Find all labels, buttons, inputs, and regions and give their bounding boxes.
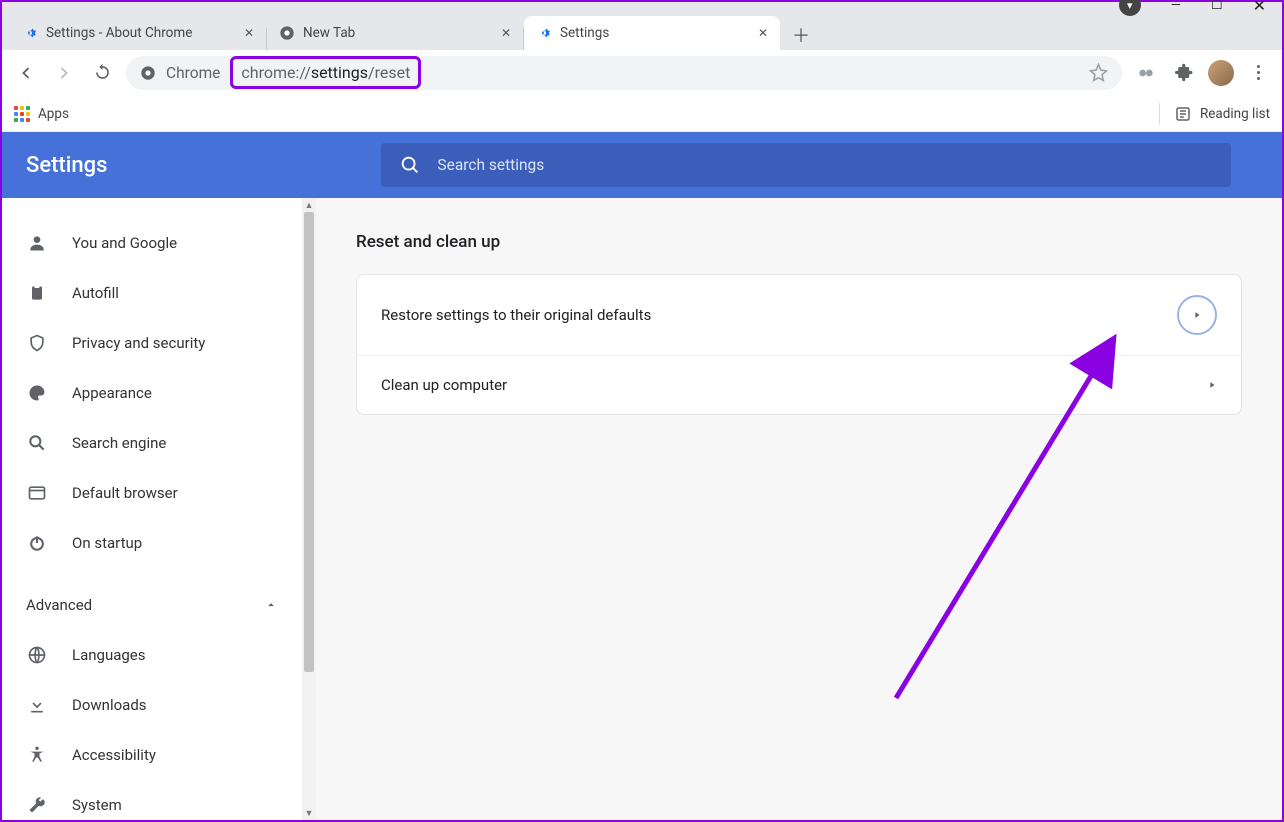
reading-list-label: Reading list [1200, 106, 1270, 122]
sidebar-item-on-startup[interactable]: On startup [2, 518, 302, 568]
scroll-thumb[interactable] [304, 212, 314, 672]
chevron-right-icon [1192, 310, 1202, 320]
new-tab-button[interactable]: ＋ [786, 20, 816, 50]
sidebar-item-label: Appearance [72, 384, 152, 402]
search-icon [26, 432, 48, 454]
settings-page: Reset and clean up Restore settings to t… [316, 198, 1282, 820]
globe-icon [26, 644, 48, 666]
wrench-icon [26, 794, 48, 816]
download-icon [26, 694, 48, 716]
settings-title: Settings [26, 153, 107, 178]
sidebar-item-languages[interactable]: Languages [2, 630, 302, 680]
row-clean-up-computer[interactable]: Clean up computer [357, 355, 1241, 414]
link-icon[interactable] [1132, 59, 1160, 87]
minimize-button[interactable]: — [1171, 0, 1181, 13]
sidebar-scrollbar[interactable]: ▲ ▼ [302, 198, 316, 820]
settings-app: Settings You and Google Autofill Privacy… [2, 132, 1282, 820]
sidebar-item-accessibility[interactable]: Accessibility [2, 730, 302, 780]
sidebar-item-appearance[interactable]: Appearance [2, 368, 302, 418]
chrome-icon [279, 25, 295, 41]
omnibox-scheme-label: Chrome [166, 64, 220, 82]
advanced-label: Advanced [26, 596, 92, 614]
sidebar-item-label: On startup [72, 534, 142, 552]
sidebar-item-label: Languages [72, 646, 146, 664]
row-label: Clean up computer [381, 376, 507, 394]
sidebar-item-privacy[interactable]: Privacy and security [2, 318, 302, 368]
window-controls: ▾ — ☐ ✕ [1119, 0, 1280, 16]
sidebar-item-label: System [72, 796, 122, 814]
omnibox[interactable]: Chrome chrome://settings/reset [126, 56, 1122, 90]
apps-icon [14, 106, 30, 122]
sidebar-item-label: Autofill [72, 284, 119, 302]
sidebar-item-default-browser[interactable]: Default browser [2, 468, 302, 518]
gear-icon [536, 25, 552, 41]
site-info-icon[interactable] [140, 65, 156, 81]
reading-list-icon [1174, 105, 1192, 123]
bookmark-bar: Apps Reading list [2, 96, 1282, 132]
close-icon[interactable]: ✕ [501, 26, 511, 40]
row-label: Restore settings to their original defau… [381, 306, 651, 324]
settings-search[interactable] [381, 143, 1231, 187]
browser-icon [26, 482, 48, 504]
page-heading: Reset and clean up [356, 232, 1242, 252]
clipboard-icon [26, 282, 48, 304]
sidebar-item-autofill[interactable]: Autofill [2, 268, 302, 318]
sidebar-item-search-engine[interactable]: Search engine [2, 418, 302, 468]
power-icon [26, 532, 48, 554]
settings-header: Settings [2, 132, 1282, 198]
settings-search-input[interactable] [437, 156, 1213, 174]
close-window-button[interactable]: ✕ [1253, 0, 1266, 15]
shield-icon [26, 332, 48, 354]
forward-button[interactable] [50, 59, 78, 87]
apps-label: Apps [38, 106, 69, 122]
reset-card: Restore settings to their original defau… [356, 274, 1242, 415]
extensions-icon[interactable] [1170, 59, 1198, 87]
sidebar-item-label: You and Google [72, 234, 177, 252]
tab-title: Settings - About Chrome [46, 25, 236, 41]
sidebar-item-label: Default browser [72, 484, 178, 502]
sidebar-item-label: Downloads [72, 696, 147, 714]
settings-sidebar: You and Google Autofill Privacy and secu… [2, 198, 302, 820]
reading-list-button[interactable]: Reading list [1174, 105, 1270, 123]
sidebar-item-downloads[interactable]: Downloads [2, 680, 302, 730]
maximize-button[interactable]: ☐ [1211, 0, 1223, 13]
sidebar-item-system[interactable]: System [2, 780, 302, 820]
person-icon [26, 232, 48, 254]
close-icon[interactable]: ✕ [244, 26, 254, 40]
apps-shortcut[interactable]: Apps [14, 106, 69, 122]
close-icon[interactable]: ✕ [758, 26, 768, 40]
chevron-right-icon [1207, 380, 1217, 390]
accessibility-icon [26, 744, 48, 766]
sidebar-advanced-toggle[interactable]: Advanced [2, 580, 302, 630]
sidebar-item-label: Privacy and security [72, 334, 205, 352]
sidebar-item-you-and-google[interactable]: You and Google [2, 218, 302, 268]
row-action-highlight [1177, 295, 1217, 335]
tab-title: Settings [560, 25, 750, 41]
scroll-down-icon[interactable]: ▼ [302, 806, 316, 820]
sidebar-item-label: Accessibility [72, 746, 156, 764]
omnibox-url-highlighted: chrome://settings/reset [230, 56, 421, 89]
scroll-up-icon[interactable]: ▲ [302, 198, 316, 212]
chevron-up-icon [264, 598, 278, 612]
tab-settings[interactable]: Settings ✕ [524, 16, 780, 50]
address-bar: Chrome chrome://settings/reset [2, 50, 1282, 96]
palette-icon [26, 382, 48, 404]
tab-settings-about[interactable]: Settings - About Chrome ✕ [10, 16, 266, 50]
tab-search-icon[interactable]: ▾ [1119, 0, 1141, 16]
tab-new-tab[interactable]: New Tab ✕ [267, 16, 523, 50]
gear-icon [22, 25, 38, 41]
profile-avatar[interactable] [1208, 60, 1234, 86]
reload-button[interactable] [88, 59, 116, 87]
menu-button[interactable] [1244, 59, 1272, 87]
search-icon [399, 154, 421, 176]
tab-title: New Tab [303, 25, 493, 41]
row-restore-defaults[interactable]: Restore settings to their original defau… [357, 275, 1241, 355]
sidebar-item-label: Search engine [72, 434, 166, 452]
tab-strip: Settings - About Chrome ✕ New Tab ✕ Sett… [2, 12, 1282, 50]
star-icon[interactable] [1089, 63, 1108, 82]
back-button[interactable] [12, 59, 40, 87]
